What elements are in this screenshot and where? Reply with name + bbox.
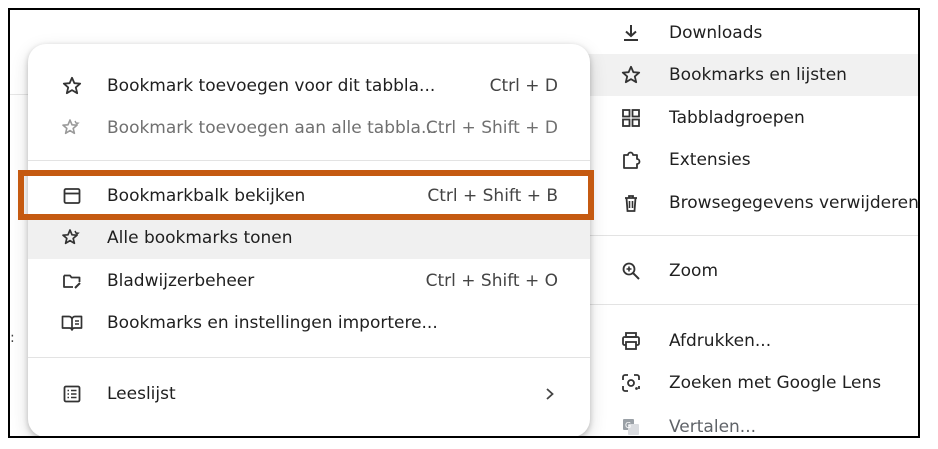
menu-item-label: Alle bookmarks tonen [107, 228, 293, 248]
menu-item-label: Zoeken met Google Lens [669, 373, 882, 393]
trash-icon [620, 192, 642, 214]
keyboard-shortcut: Ctrl + Shift + O [425, 271, 558, 291]
menu-item-google-lens[interactable]: Zoeken met Google Lens [580, 362, 918, 404]
menu-item-label: Extensies [669, 150, 751, 170]
menu-item-label: Downloads [669, 23, 763, 43]
stars-icon [61, 117, 83, 139]
menu-item-bookmark-this-tab[interactable]: Bookmark toevoegen voor dit tabbla... Ct… [28, 65, 590, 107]
menu-item-translate[interactable]: G Vertalen... [580, 406, 918, 437]
menu-item-reading-list[interactable]: Leeslijst [28, 373, 590, 415]
menu-item-label: Bookmark toevoegen voor dit tabbla... [107, 76, 436, 96]
stars-icon [61, 227, 83, 249]
tab-groups-icon [620, 107, 642, 129]
menu-item-bookmarks-and-lists[interactable]: Bookmarks en lijsten [580, 54, 918, 96]
menu-item-label: Vertalen... [669, 417, 757, 437]
menu-item-label: Bookmarks en lijsten [669, 65, 847, 85]
menu-item-zoom[interactable]: Zoom [580, 250, 918, 292]
menu-item-label: Afdrukken... [669, 331, 772, 351]
keyboard-shortcut: Ctrl + Shift + D [425, 118, 558, 138]
background-text-fragment: : [10, 330, 15, 346]
menu-item-label: Browsegegevens verwijderen... [669, 193, 920, 213]
puzzle-icon [620, 149, 642, 171]
chrome-main-menu: Downloads Bookmarks en lijsten Tabbladgr… [580, 10, 920, 437]
menu-item-tab-groups[interactable]: Tabbladgroepen [580, 97, 918, 139]
menu-item-downloads[interactable]: Downloads [580, 12, 918, 54]
keyboard-shortcut: Ctrl + Shift + B [427, 186, 558, 206]
book-icon [61, 312, 83, 334]
menu-item-print[interactable]: Afdrukken... [580, 320, 918, 362]
lens-icon [620, 372, 642, 394]
screenshot-frame: : Downloads Bookmarks en lijsten Tabblad… [8, 8, 920, 438]
menu-item-import-bookmarks[interactable]: Bookmarks en instellingen importere... [28, 302, 590, 344]
translate-icon: G [620, 416, 642, 436]
star-icon [620, 64, 642, 86]
menu-separator [28, 357, 590, 358]
chevron-right-icon [544, 387, 556, 401]
menu-item-bookmark-manager[interactable]: Bladwijzerbeheer Ctrl + Shift + O [28, 260, 590, 302]
menu-item-label: Bladwijzerbeheer [107, 271, 255, 291]
zoom-icon [620, 260, 642, 282]
menu-separator [580, 235, 918, 236]
menu-item-clear-browsing-data[interactable]: Browsegegevens verwijderen... [580, 182, 920, 224]
printer-icon [620, 330, 642, 352]
menu-separator [28, 160, 590, 161]
menu-item-bookmark-all-tabs[interactable]: Bookmark toevoegen aan alle tabbla... Ct… [28, 107, 590, 149]
download-icon [620, 22, 642, 44]
keyboard-shortcut: Ctrl + D [489, 76, 558, 96]
menu-item-extensions[interactable]: Extensies [580, 139, 918, 181]
bookmarks-submenu: Bookmark toevoegen voor dit tabbla... Ct… [28, 44, 590, 436]
svg-text:G: G [625, 421, 631, 430]
menu-separator [580, 304, 918, 305]
folder-edit-icon [61, 270, 83, 292]
menu-item-label: Tabbladgroepen [669, 108, 805, 128]
reading-list-icon [61, 383, 83, 405]
star-outline-icon [61, 75, 83, 97]
menu-item-show-bookmarks-bar[interactable]: Bookmarkbalk bekijken Ctrl + Shift + B [28, 175, 590, 217]
menu-item-label: Bookmarks en instellingen importere... [107, 313, 438, 333]
menu-item-label: Zoom [669, 261, 719, 281]
menu-item-label: Bookmarkbalk bekijken [107, 186, 306, 206]
menu-item-label: Bookmark toevoegen aan alle tabbla... [107, 118, 438, 138]
menu-item-label: Leeslijst [107, 384, 176, 404]
bookmark-bar-icon [61, 185, 83, 207]
menu-item-show-all-bookmarks[interactable]: Alle bookmarks tonen [28, 217, 590, 259]
